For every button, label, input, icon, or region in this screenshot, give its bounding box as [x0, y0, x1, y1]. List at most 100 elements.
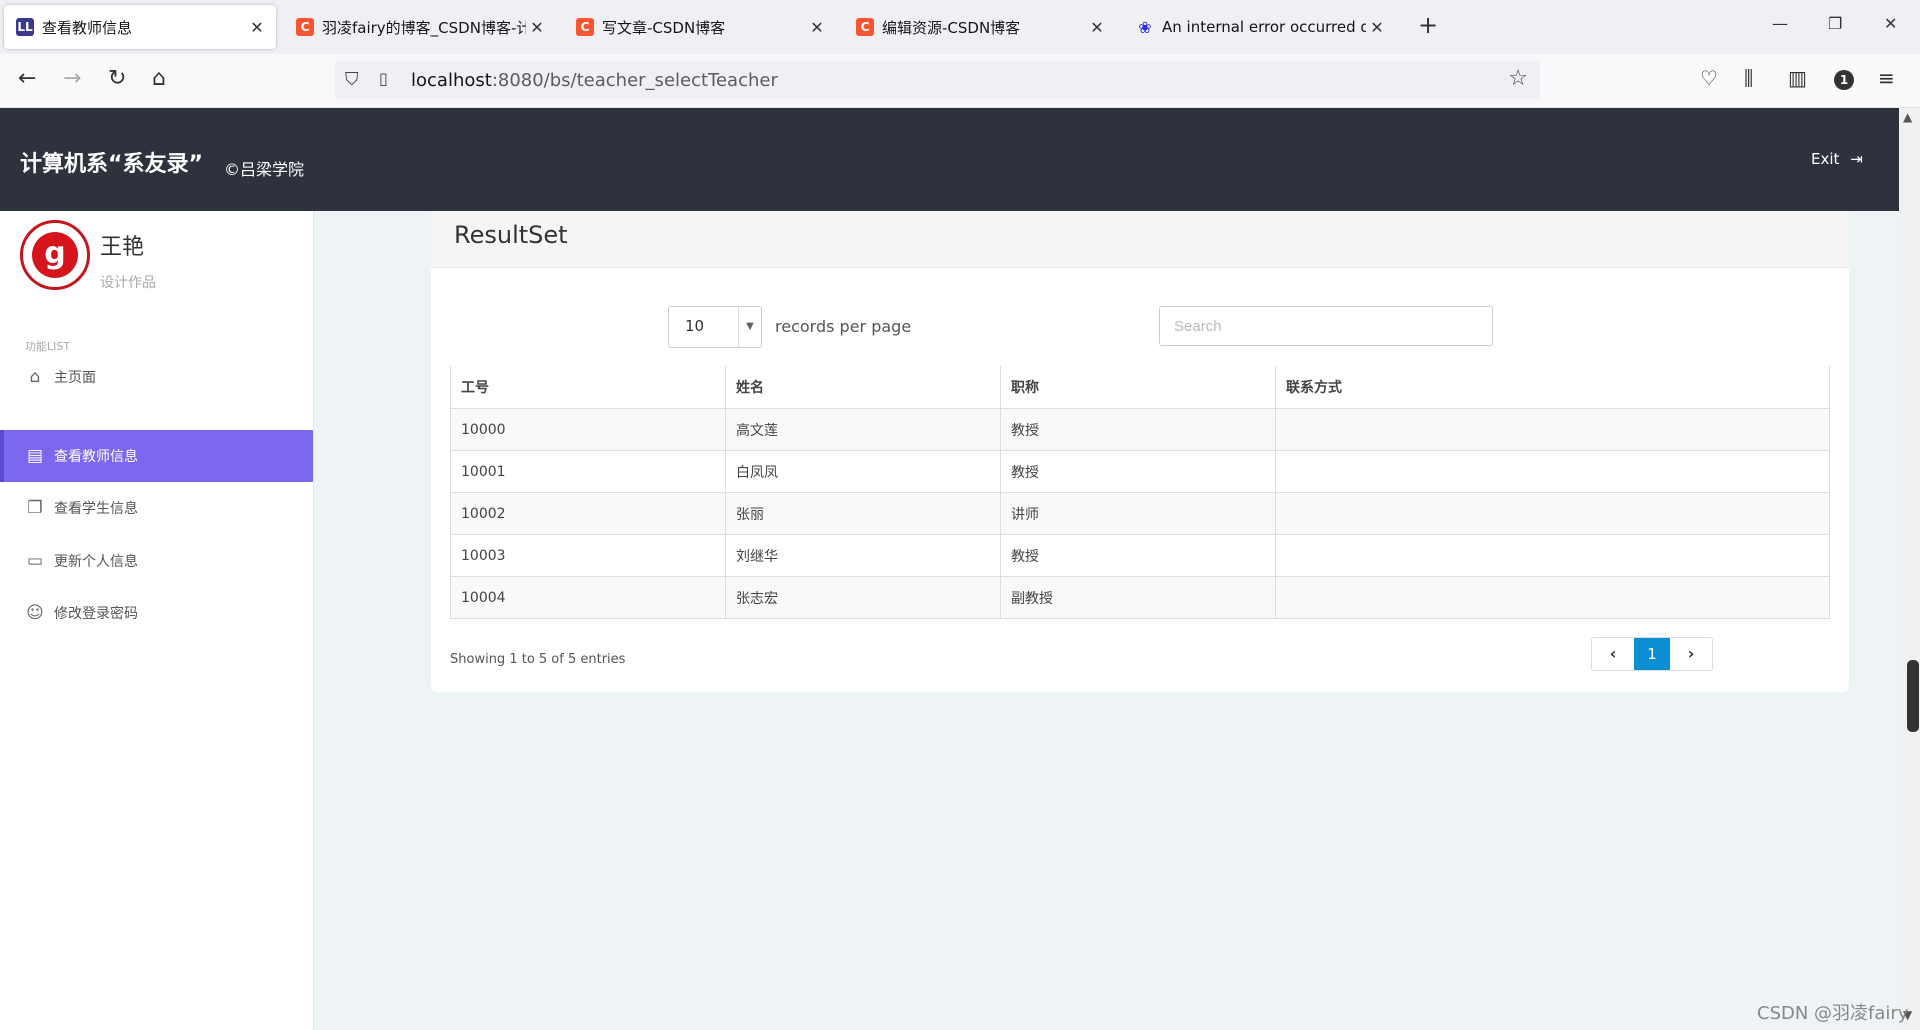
tab-title: 查看教师信息 — [42, 18, 133, 37]
tab-close-icon[interactable]: ✕ — [526, 18, 548, 37]
home-icon[interactable]: ⌂ — [152, 66, 166, 91]
idcard-icon: ▭ — [26, 551, 44, 571]
forward-icon[interactable]: → — [63, 66, 81, 91]
chevron-right-icon: › — [1687, 644, 1695, 663]
tab-title: 羽凌fairy的博客_CSDN博客-计 — [322, 18, 526, 37]
watermark: CSDN @羽凌fairy — [1757, 1003, 1909, 1024]
search-input[interactable] — [1159, 306, 1493, 346]
dropdown-arrow-icon[interactable]: ▼ — [738, 307, 761, 347]
tab-title: 写文章-CSDN博客 — [602, 18, 726, 37]
tab-close-icon[interactable]: ✕ — [1366, 18, 1388, 37]
cell-contact — [1275, 450, 1830, 493]
bookmark-star-icon[interactable]: ☆ — [1508, 66, 1528, 91]
browser-tab[interactable]: C 编辑资源-CSDN博客 ✕ — [844, 5, 1116, 49]
table-row: 10004 张志宏 副教授 — [450, 576, 1830, 619]
browser-tab-active[interactable]: LL 查看教师信息 ✕ — [4, 5, 276, 49]
account-badge-icon[interactable]: 1 — [1834, 70, 1854, 90]
next-page-button[interactable]: › — [1670, 638, 1712, 670]
sidebar-item-home[interactable]: ⌂ 主页面 — [0, 351, 313, 403]
back-icon[interactable]: ← — [18, 66, 36, 91]
cell-name: 张志宏 — [725, 576, 1001, 619]
cell-name: 刘继华 — [725, 534, 1001, 577]
column-header-name[interactable]: 姓名 — [725, 366, 1001, 409]
sidebar-toggle-icon[interactable]: ▥ — [1788, 66, 1807, 90]
table-row: 10002 张丽 讲师 — [450, 492, 1830, 535]
window-close-icon[interactable]: ✕ — [1884, 14, 1897, 33]
sidebar-item-label: 更新个人信息 — [54, 554, 138, 570]
tab-favicon-icon: C — [856, 18, 874, 36]
minimize-icon[interactable]: — — [1772, 14, 1788, 33]
page-length-select[interactable]: 10 ▼ — [668, 306, 762, 348]
address-bar[interactable]: ⛉ ▯ localhost:8080/bs/teacher_selectTeac… — [335, 61, 1540, 99]
vertical-scrollbar[interactable]: ▲ ▼ — [1899, 108, 1920, 1030]
sidebar: g 王艳 设计作品 功能LIST ⌂ 主页面 ▤ 查看教师信息 ❐ 查看学生信息… — [0, 211, 314, 1030]
paw-favicon-icon: ❀ — [1138, 17, 1152, 37]
scroll-up-icon[interactable]: ▲ — [1903, 110, 1912, 124]
home-icon: ⌂ — [29, 367, 41, 387]
page-length-value: 10 — [685, 317, 705, 335]
column-header-id[interactable]: 工号 — [450, 366, 726, 409]
exit-button[interactable]: Exit ⇥ — [1811, 150, 1863, 168]
url-text[interactable]: localhost:8080/bs/teacher_selectTeacher — [411, 70, 778, 91]
browser-tab[interactable]: C 写文章-CSDN博客 ✕ — [564, 5, 836, 49]
cell-name: 白凤凤 — [725, 450, 1001, 493]
url-host: localhost — [411, 70, 492, 91]
cell-id: 10001 — [450, 450, 726, 493]
site-brand[interactable]: 计算机系“系友录” — [20, 146, 203, 178]
page-icon[interactable]: ▯ — [379, 69, 388, 88]
shield-icon[interactable]: ⛉ — [345, 69, 359, 90]
library-icon[interactable]: ⫼ — [1744, 66, 1753, 90]
cell-id: 10000 — [450, 408, 726, 451]
tab-close-icon[interactable]: ✕ — [1086, 18, 1108, 37]
new-tab-icon[interactable]: + — [1418, 11, 1438, 39]
cell-title: 教授 — [1000, 534, 1276, 577]
site-subtitle: ©吕梁学院 — [224, 160, 305, 179]
browser-tab[interactable]: C 羽凌fairy的博客_CSDN博客-计 ✕ — [284, 5, 556, 49]
cell-title: 教授 — [1000, 408, 1276, 451]
pocket-icon[interactable]: ♡ — [1700, 66, 1718, 90]
browser-tab[interactable]: ❀ An internal error occurred du ✕ — [1124, 5, 1396, 49]
cell-id: 10004 — [450, 576, 726, 619]
table-info: Showing 1 to 5 of 5 entries — [450, 652, 626, 667]
tab-close-icon[interactable]: ✕ — [246, 18, 268, 37]
exit-label: Exit — [1811, 150, 1840, 168]
reload-icon[interactable]: ↻ — [108, 66, 126, 91]
tab-title: 编辑资源-CSDN博客 — [882, 18, 1021, 37]
tab-favicon-icon: C — [576, 18, 594, 36]
teacher-table: 工号 姓名 职称 联系方式 10000 高文莲 教授 10001 白凤凤 教授 … — [450, 366, 1830, 619]
column-header-title[interactable]: 职称 — [1000, 366, 1276, 409]
cell-title: 讲师 — [1000, 492, 1276, 535]
panel-title: ResultSet — [454, 221, 568, 249]
tab-favicon-icon: LL — [16, 18, 34, 36]
page-1-button[interactable]: 1 — [1634, 638, 1670, 670]
side-handle[interactable] — [1907, 660, 1919, 732]
site-header: 计算机系“系友录” ©吕梁学院 Exit ⇥ — [0, 108, 1899, 211]
cell-name: 高文莲 — [725, 408, 1001, 451]
tab-close-icon[interactable]: ✕ — [806, 18, 828, 37]
sidebar-item-update-profile[interactable]: ▭ 更新个人信息 — [0, 535, 313, 587]
table-row: 10000 高文莲 教授 — [450, 408, 1830, 451]
sidebar-item-view-teachers[interactable]: ▤ 查看教师信息 — [0, 430, 313, 482]
sign-out-icon: ⇥ — [1850, 150, 1863, 168]
sidebar-item-label: 查看教师信息 — [54, 449, 138, 465]
restore-icon[interactable]: ❐ — [1828, 14, 1842, 33]
tab-title: An internal error occurred du — [1162, 18, 1366, 36]
results-panel: ResultSet 10 ▼ records per page 工号 姓名 职称… — [431, 211, 1849, 692]
sidebar-item-change-password[interactable]: ☺ 修改登录密码 — [0, 587, 313, 639]
panel-header: ResultSet — [431, 211, 1849, 268]
sidebar-item-label: 查看学生信息 — [54, 501, 138, 517]
user-name: 王艳 — [100, 235, 145, 260]
sidebar-item-view-students[interactable]: ❐ 查看学生信息 — [0, 482, 313, 534]
browser-tab-bar: LL 查看教师信息 ✕ C 羽凌fairy的博客_CSDN博客-计 ✕ C 写文… — [0, 0, 1920, 54]
url-path: :8080/bs/teacher_selectTeacher — [491, 70, 778, 91]
tab-favicon-icon: C — [296, 18, 314, 36]
pagination: ‹ 1 › — [1591, 637, 1713, 671]
cell-id: 10003 — [450, 534, 726, 577]
menu-icon[interactable]: ≡ — [1878, 66, 1895, 90]
column-header-contact[interactable]: 联系方式 — [1275, 366, 1830, 409]
cell-id: 10002 — [450, 492, 726, 535]
user-role: 设计作品 — [100, 275, 156, 291]
copy-icon: ❐ — [27, 498, 43, 518]
browser-toolbar: ← → ↻ ⌂ ⛉ ▯ localhost:8080/bs/teacher_se… — [0, 54, 1920, 108]
prev-page-button[interactable]: ‹ — [1592, 638, 1634, 670]
